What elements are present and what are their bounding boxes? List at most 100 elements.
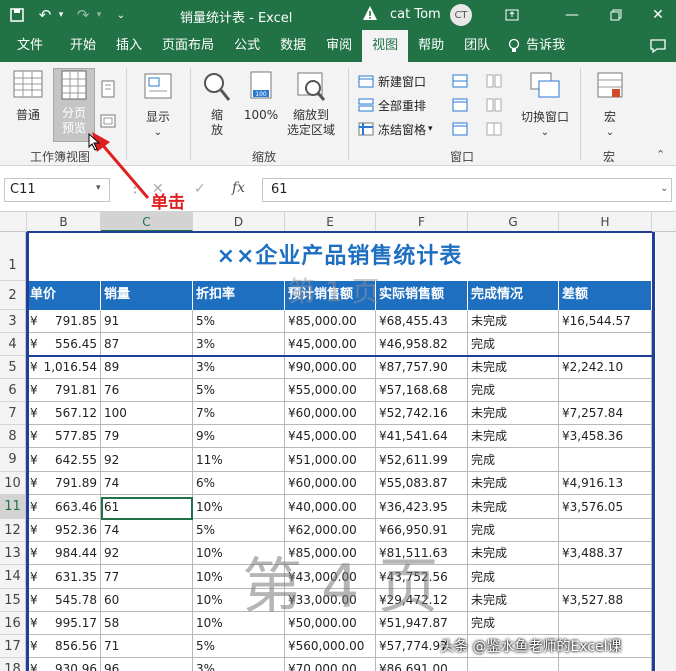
cell-qty[interactable]: 100 (101, 402, 193, 425)
cell-actual-sales[interactable]: ¥41,541.64 (376, 425, 468, 448)
cell-status[interactable]: 未完成 (468, 356, 559, 379)
header-difference[interactable]: 差额 (559, 281, 652, 310)
normal-view-button[interactable]: 普通 (10, 68, 46, 123)
cell-difference[interactable] (559, 333, 652, 356)
cell-status[interactable]: 完成 (468, 379, 559, 402)
cell-difference[interactable] (559, 519, 652, 542)
cell-status[interactable]: 完成 (468, 612, 559, 635)
cell-status[interactable]: 未完成 (468, 542, 559, 565)
tab-file[interactable]: 文件 (0, 30, 60, 62)
cell-qty[interactable]: 60 (101, 589, 193, 612)
row-header-15[interactable]: 15 (0, 589, 26, 612)
cell-qty[interactable]: 71 (101, 635, 193, 658)
header-qty[interactable]: 销量 (101, 281, 193, 310)
tell-me-box[interactable]: 告诉我 (522, 30, 575, 62)
customize-toolbar-icon[interactable]: ⌄ (110, 4, 132, 26)
cell-qty[interactable]: 76 (101, 379, 193, 402)
cell-price[interactable]: ¥930.96 (27, 658, 101, 671)
cell-discount[interactable]: 3% (193, 356, 285, 379)
cell-difference[interactable] (559, 565, 652, 589)
column-header-f[interactable]: F (376, 212, 468, 232)
cell-qty[interactable]: 91 (101, 310, 193, 333)
freeze-panes-button[interactable]: 冻结窗格 ▾ (358, 120, 433, 138)
header-discount[interactable]: 折扣率 (193, 281, 285, 310)
column-header-g[interactable]: G (468, 212, 559, 232)
zoom-to-selection-button[interactable]: 缩放到 选定区域 (282, 70, 340, 138)
cell-expected-sales[interactable]: ¥45,000.00 (285, 425, 376, 448)
cell-difference[interactable]: ¥7,257.84 (559, 402, 652, 425)
enter-icon[interactable]: ✓ (194, 181, 206, 197)
cell-price[interactable]: ¥631.35 (27, 565, 101, 589)
row-header-2[interactable]: 2 (0, 281, 26, 310)
tab-review[interactable]: 审阅 (316, 30, 362, 62)
redo-dropdown-icon[interactable]: ▾ (94, 4, 104, 26)
reset-window-position-icon[interactable] (486, 122, 502, 139)
cell-discount[interactable]: 7% (193, 402, 285, 425)
cell-difference[interactable] (559, 448, 652, 472)
cell-actual-sales[interactable]: ¥36,423.95 (376, 495, 468, 519)
tab-home[interactable]: 开始 (60, 30, 106, 62)
synchronous-scrolling-icon[interactable] (486, 98, 502, 115)
cell-status[interactable]: 未完成 (468, 589, 559, 612)
cell-status[interactable]: 完成 (468, 565, 559, 589)
cell-difference[interactable]: ¥3,458.36 (559, 425, 652, 448)
row-header-4[interactable]: 4 (0, 333, 26, 356)
tab-data[interactable]: 数据 (270, 30, 316, 62)
cell-actual-sales[interactable]: ¥52,611.99 (376, 448, 468, 472)
cell-price[interactable]: ¥984.44 (27, 542, 101, 565)
tab-insert[interactable]: 插入 (106, 30, 152, 62)
cell-discount[interactable]: 6% (193, 472, 285, 495)
ribbon-display-options-icon[interactable] (500, 4, 524, 26)
cell-discount[interactable]: 10% (193, 495, 285, 519)
cell-price[interactable]: ¥545.78 (27, 589, 101, 612)
arrange-all-button[interactable]: 全部重排 (358, 96, 426, 114)
insert-function-icon[interactable]: fx (232, 180, 245, 196)
cell-expected-sales[interactable]: ¥40,000.00 (285, 495, 376, 519)
cell-expected-sales[interactable]: ¥55,000.00 (285, 379, 376, 402)
cell-price[interactable]: ¥995.17 (27, 612, 101, 635)
cell-discount[interactable]: 9% (193, 425, 285, 448)
user-name[interactable]: cat Tom (390, 7, 441, 22)
formula-input[interactable]: 61 (262, 178, 672, 202)
row-header-1[interactable]: 1 (0, 232, 26, 281)
switch-windows-button[interactable]: 切换窗口 ⌄ (514, 70, 576, 140)
cell-price[interactable]: ¥556.45 (27, 333, 101, 356)
cell-price[interactable]: ¥567.12 (27, 402, 101, 425)
cell-expected-sales[interactable]: ¥70,000.00 (285, 658, 376, 671)
save-icon[interactable] (6, 4, 28, 26)
comments-icon[interactable] (640, 30, 676, 62)
cell-discount[interactable]: 5% (193, 310, 285, 333)
cell-discount[interactable]: 3% (193, 333, 285, 356)
cell-difference[interactable]: ¥3,488.37 (559, 542, 652, 565)
tab-formulas[interactable]: 公式 (224, 30, 270, 62)
cell-status[interactable]: 未完成 (468, 472, 559, 495)
row-header-13[interactable]: 13 (0, 542, 26, 565)
cell-expected-sales[interactable]: ¥60,000.00 (285, 472, 376, 495)
tab-help[interactable]: 帮助 (408, 30, 454, 62)
minimize-icon[interactable]: — (560, 4, 584, 26)
hide-window-icon[interactable] (452, 98, 468, 115)
cell-qty[interactable]: 87 (101, 333, 193, 356)
tab-team[interactable]: 团队 (454, 30, 500, 62)
cell-status[interactable]: 完成 (468, 519, 559, 542)
cell-difference[interactable]: ¥3,576.05 (559, 495, 652, 519)
view-side-by-side-icon[interactable] (486, 74, 502, 91)
cell-price[interactable]: ¥856.56 (27, 635, 101, 658)
cell-difference[interactable] (559, 658, 652, 671)
cell-status[interactable] (468, 658, 559, 671)
zoom-button[interactable]: 缩 放 (198, 70, 236, 138)
header-price[interactable]: 单价 (27, 281, 101, 310)
select-all-corner[interactable] (0, 212, 27, 232)
row-header-8[interactable]: 8 (0, 425, 26, 448)
column-header-d[interactable]: D (193, 212, 285, 232)
cell-expected-sales[interactable]: ¥560,000.00 (285, 635, 376, 658)
cell-actual-sales[interactable]: ¥46,958.82 (376, 333, 468, 356)
cell-expected-sales[interactable]: ¥90,000.00 (285, 356, 376, 379)
row-header-9[interactable]: 9 (0, 448, 26, 472)
cell-price[interactable]: ¥952.36 (27, 519, 101, 542)
row-header-10[interactable]: 10 (0, 472, 26, 495)
cell-expected-sales[interactable]: ¥51,000.00 (285, 448, 376, 472)
tab-view[interactable]: 视图 (362, 30, 409, 62)
cell-status[interactable]: 完成 (468, 448, 559, 472)
undo-dropdown-icon[interactable]: ▾ (56, 4, 66, 26)
